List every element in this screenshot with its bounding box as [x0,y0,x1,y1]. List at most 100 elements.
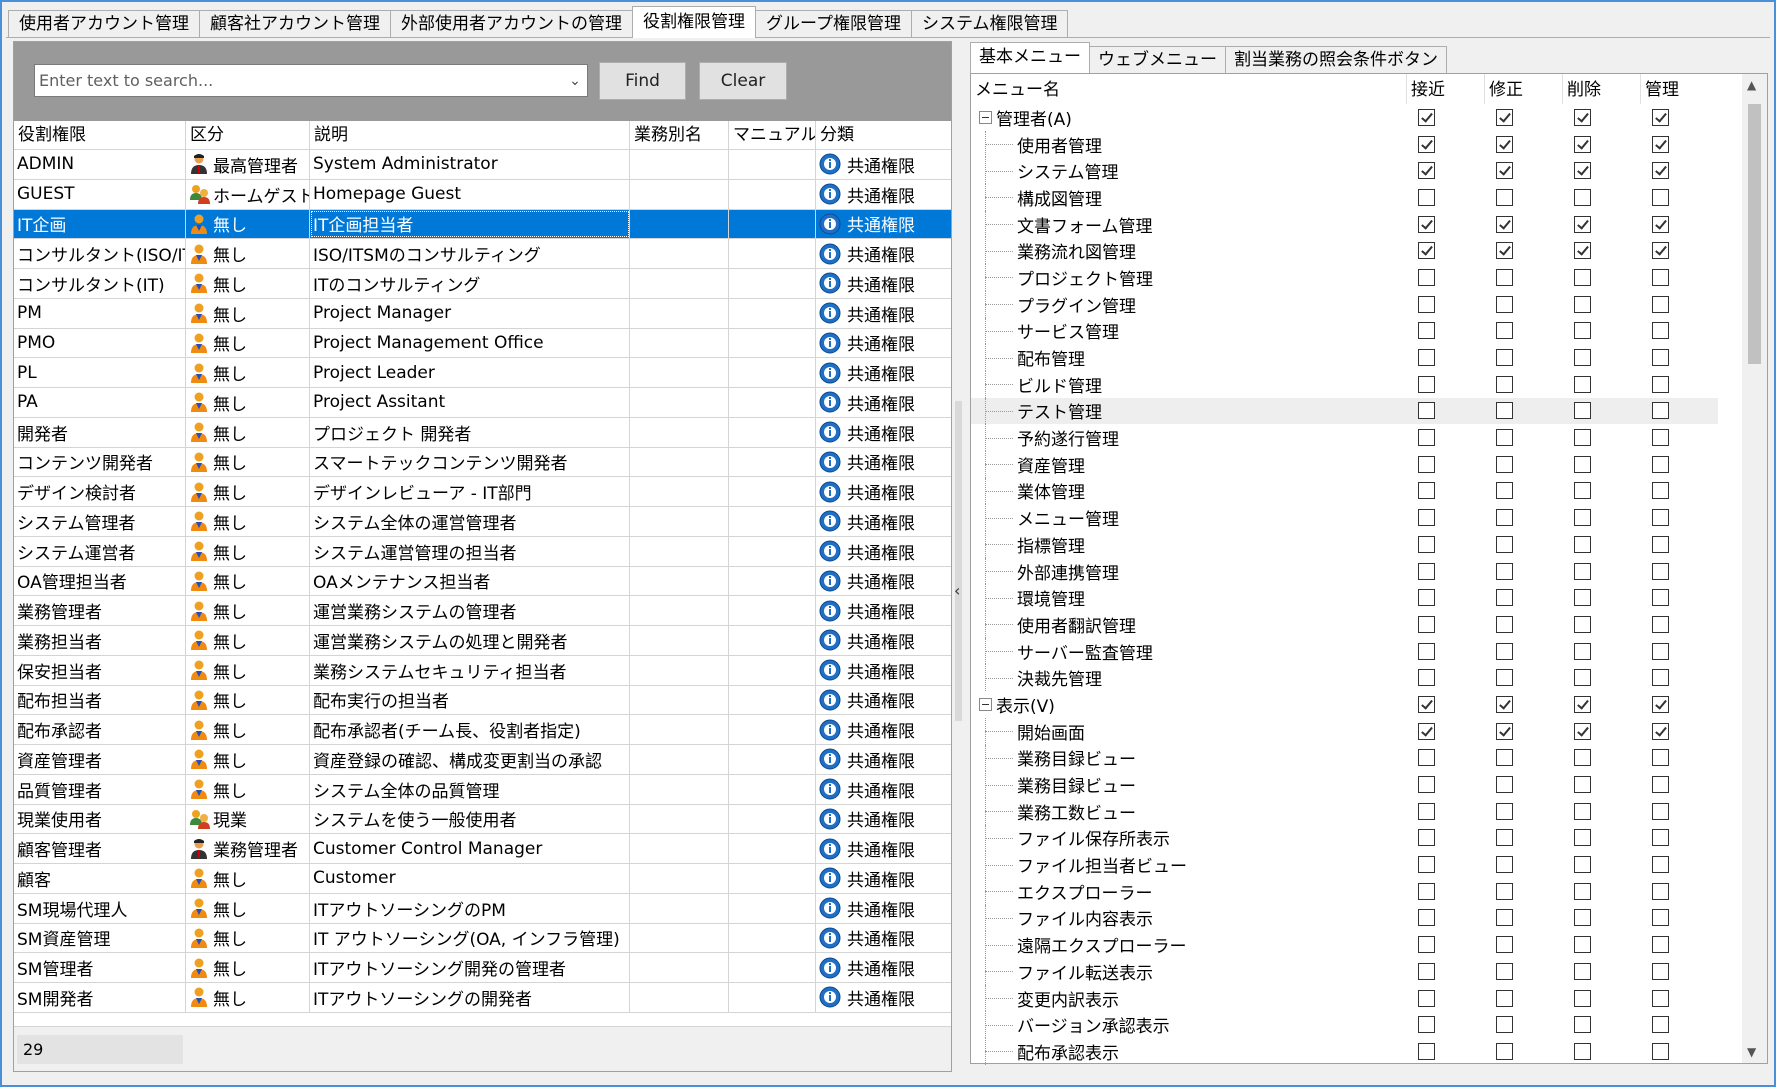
role-manual-cell[interactable] [729,269,816,298]
role-row[interactable]: 顧客 無し Customer 共通権限 [14,864,951,894]
role-name-cell[interactable]: コンテンツ開発者 [14,447,186,477]
splitter-grip[interactable] [955,401,962,721]
checkbox-modify[interactable] [1496,135,1513,153]
tree-name-cell[interactable]: 業務目録ビュー [971,771,1406,798]
checkbox-delete[interactable] [1574,135,1591,153]
tree-item-row[interactable]: 変更内訳表示 [971,984,1742,1012]
checkbox-access[interactable] [1418,1042,1435,1060]
role-row[interactable]: SM資産管理 無し IT アウトソーシング(OA, インフラ管理) 共通権限 [14,923,951,954]
role-description-cell[interactable]: プロジェクト 開発者 [310,417,630,447]
checkbox-delete[interactable] [1574,322,1591,340]
checkbox-delete[interactable] [1574,589,1591,607]
tree-name-cell[interactable]: 決裁先管理 [971,664,1406,692]
checkbox-modify[interactable] [1496,242,1513,260]
tree-name-cell[interactable]: バージョン承認表示 [971,1011,1406,1039]
role-category-cell[interactable]: 共通権限 [816,507,951,536]
tree-item-row[interactable]: システム管理 [971,157,1742,185]
role-business-alias-cell[interactable] [630,596,729,625]
role-row[interactable]: デザイン検討者 無し デザインレビューア - IT部門 共通権限 [14,477,951,507]
checkbox-delete[interactable] [1574,295,1591,313]
tree-item-row[interactable]: 業務目録ビュー [971,744,1742,772]
checkbox-delete[interactable] [1574,215,1591,233]
checkbox-delete[interactable] [1574,375,1591,393]
tree-name-cell[interactable]: ファイル転送表示 [971,958,1406,985]
role-name-cell[interactable]: 業務管理者 [14,596,186,625]
role-description-cell[interactable]: 運営業務システムの処理と開発者 [310,626,630,655]
column-header-type[interactable]: 区分 [186,121,310,150]
role-name-cell[interactable]: IT企画 [14,209,186,239]
tree-name-cell[interactable]: ビルド管理 [971,370,1406,398]
role-manual-cell[interactable] [729,834,816,863]
tree-name-cell[interactable]: 使用者管理 [971,130,1406,158]
tree-name-cell[interactable]: 開始画面 [971,717,1406,745]
checkbox-access[interactable] [1418,989,1435,1007]
role-category-cell[interactable]: 共通権限 [816,924,951,953]
role-business-alias-cell[interactable] [630,507,729,536]
checkbox-delete[interactable] [1574,776,1591,794]
tree-item-row[interactable]: 遠隔エクスプローラー [971,931,1742,958]
checkbox-manage[interactable] [1652,535,1669,553]
role-type-cell[interactable]: 無し [186,774,310,804]
checkbox-manage[interactable] [1652,1042,1669,1060]
role-manual-cell[interactable] [729,298,816,328]
role-business-alias-cell[interactable] [630,953,729,982]
tree-item-row[interactable]: 構成図管理 [971,184,1742,211]
role-category-cell[interactable]: 共通権限 [816,894,951,923]
checkbox-manage[interactable] [1652,108,1669,126]
role-manual-cell[interactable] [729,209,816,239]
checkbox-modify[interactable] [1496,669,1513,687]
tree-item-row[interactable]: 開始画面 [971,717,1742,745]
role-manual-cell[interactable] [729,239,816,268]
tree-name-cell[interactable]: 予約遂行管理 [971,424,1406,451]
tree-item-row[interactable]: 業務流れ図管理 [971,237,1742,265]
role-category-cell[interactable]: 共通権限 [816,745,951,774]
checkbox-access[interactable] [1418,375,1435,393]
role-manual-cell[interactable] [729,923,816,953]
checkbox-manage[interactable] [1652,749,1669,767]
checkbox-delete[interactable] [1574,802,1591,820]
role-name-cell[interactable]: 顧客管理者 [14,834,186,863]
role-description-cell[interactable]: Project Manager [310,298,630,328]
role-name-cell[interactable]: 配布承認者 [14,715,186,744]
role-category-cell[interactable]: 共通権限 [816,448,951,477]
checkbox-delete[interactable] [1574,242,1591,260]
checkbox-access[interactable] [1418,909,1435,927]
role-category-cell[interactable]: 共通権限 [816,180,951,209]
role-name-cell[interactable]: ADMIN [14,150,186,179]
role-description-cell[interactable]: デザインレビューア - IT部門 [310,477,630,506]
role-manual-cell[interactable] [729,774,816,804]
role-name-cell[interactable]: 開発者 [14,417,186,447]
column-header-category[interactable]: 分類 [816,121,951,150]
tree-item-row[interactable]: プロジェクト管理 [971,264,1742,291]
role-name-cell[interactable]: デザイン検討者 [14,477,186,506]
checkbox-modify[interactable] [1496,482,1513,500]
role-type-cell[interactable]: 無し [186,209,310,239]
checkbox-manage[interactable] [1652,562,1669,580]
checkbox-modify[interactable] [1496,856,1513,874]
role-description-cell[interactable]: Project Leader [310,358,630,387]
checkbox-manage[interactable] [1652,375,1669,393]
role-name-cell[interactable]: GUEST [14,179,186,209]
role-type-cell[interactable]: 無し [186,507,310,536]
role-manual-cell[interactable] [729,447,816,477]
role-description-cell[interactable]: システムを使う一般使用者 [310,804,630,834]
role-type-cell[interactable]: 無し [186,953,310,982]
checkbox-access[interactable] [1418,349,1435,367]
role-description-cell[interactable]: ISO/ITSMのコンサルティング [310,239,630,268]
tree-name-cell[interactable]: テスト管理 [971,397,1406,425]
checkbox-access[interactable] [1418,268,1435,286]
role-business-alias-cell[interactable] [630,655,729,685]
role-manual-cell[interactable] [729,804,816,834]
checkbox-modify[interactable] [1496,1016,1513,1034]
column-header-manage[interactable]: 管理 [1640,74,1718,104]
tree-item-row[interactable]: 外部連携管理 [971,557,1742,585]
role-row[interactable]: PM 無し Project Manager 共通権限 [14,298,951,329]
checkbox-manage[interactable] [1652,349,1669,367]
role-business-alias-cell[interactable] [630,328,729,358]
checkbox-modify[interactable] [1496,695,1513,713]
role-type-cell[interactable]: 無し [186,893,310,923]
role-description-cell[interactable]: ITのコンサルティング [310,269,630,298]
tree-item-row[interactable]: バージョン承認表示 [971,1011,1742,1039]
tree-name-cell[interactable]: 業務工数ビュー [971,797,1406,825]
checkbox-access[interactable] [1418,509,1435,527]
